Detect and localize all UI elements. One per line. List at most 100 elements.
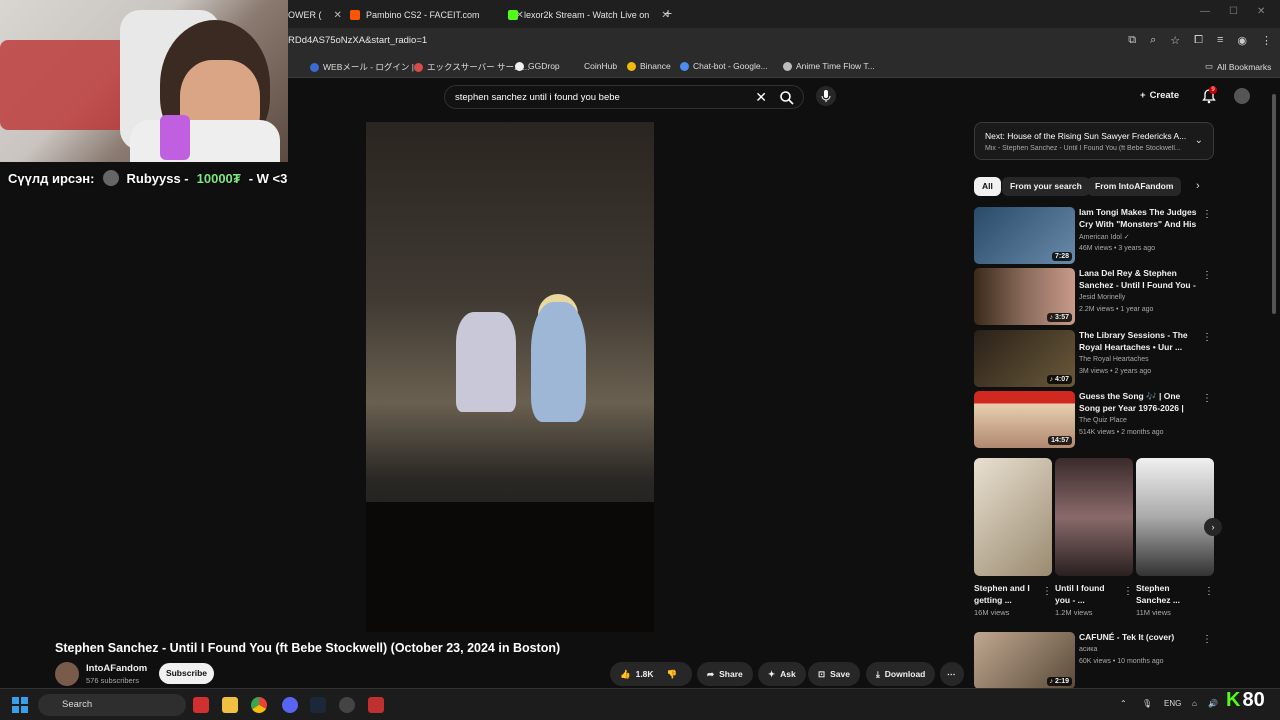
more-icon[interactable]: ⋮ [1202, 270, 1212, 281]
chevron-up-icon[interactable]: ⌃ [1120, 699, 1127, 708]
short-title[interactable]: Stephen Sanchez ... [1136, 582, 1198, 606]
network-icon[interactable]: ⌂ [1192, 699, 1197, 708]
chip-all[interactable]: All [974, 177, 1001, 196]
tab-faceit[interactable]: Pambino CS2 - FACEIT.com ✕ [350, 4, 524, 26]
tab-1[interactable]: OWER ( ✕ [288, 4, 342, 26]
scrollbar[interactable] [1272, 84, 1278, 684]
video-thumbnail[interactable]: ♪ 2:19 [974, 632, 1075, 689]
bookmark-item[interactable]: CoinHub [571, 61, 617, 71]
scrollbar-thumb[interactable] [1272, 94, 1276, 314]
short-item[interactable]: Stephen and I getting ... 16M views ⋮ [974, 458, 1052, 617]
chip-from-channel[interactable]: From IntoAFandom [1087, 177, 1182, 196]
list-item[interactable]: ♪ 3:57 Lana Del Rey & Stephen Sanchez - … [974, 268, 1214, 326]
chrome-icon[interactable] [251, 697, 267, 713]
folder-icon[interactable] [222, 697, 238, 713]
close-window-icon[interactable]: ✕ [1257, 6, 1265, 17]
chevron-down-icon[interactable]: ⌄ [1195, 135, 1203, 146]
channel-name[interactable]: IntoAFandom [86, 663, 147, 674]
short-item[interactable]: Until I found you - ... 1.2M views ⋮ [1055, 458, 1133, 617]
more-icon[interactable]: ⋮ [1202, 332, 1212, 343]
up-next-panel[interactable]: Next: House of the Rising Sun Sawyer Fre… [974, 122, 1214, 160]
list-item[interactable]: 7:28 Iam Tongi Makes The Judges Cry With… [974, 207, 1214, 265]
more-actions-button[interactable]: ⋯ [940, 662, 964, 686]
taskbar-search[interactable]: Search [38, 694, 186, 716]
rec-title[interactable]: CAFUNÉ - Tek It (cover) [1079, 632, 1201, 644]
more-icon[interactable]: ⋮ [1123, 586, 1133, 597]
profile-icon[interactable]: ◉ [1237, 34, 1247, 47]
volume-icon[interactable]: 🔊 [1208, 699, 1218, 708]
bookmark-item[interactable]: エックスサーバー サーバ... [414, 61, 530, 73]
like-count[interactable]: 1.8K [636, 669, 654, 679]
video-thumbnail[interactable]: 14:57 [974, 391, 1075, 448]
channel-avatar[interactable] [55, 662, 79, 686]
wps-icon[interactable] [193, 697, 209, 713]
share-button[interactable]: ➦ Share [697, 662, 753, 686]
short-title[interactable]: Stephen and I getting ... [974, 582, 1036, 606]
short-item[interactable]: Stephen Sanchez ... 11M views ⋮ [1136, 458, 1214, 617]
bookmark-item[interactable]: WEBメール - ログイン |... [310, 61, 421, 73]
steam-icon[interactable] [310, 697, 326, 713]
list-item[interactable]: ♪ 4:07 The Library Sessions - The Royal … [974, 330, 1214, 388]
short-thumbnail[interactable] [974, 458, 1052, 576]
new-tab-button[interactable]: + [664, 5, 672, 21]
bookmark-label: Binance [640, 61, 671, 71]
search-icon[interactable] [779, 90, 795, 106]
maximize-icon[interactable]: ☐ [1229, 6, 1238, 17]
short-thumbnail[interactable] [1136, 458, 1214, 576]
create-button[interactable]: + Create [1140, 90, 1179, 101]
more-icon[interactable]: ⋮ [1202, 634, 1212, 645]
app-icon[interactable] [368, 697, 384, 713]
list-item[interactable]: 14:57 Guess the Song 🎶 | One Song per Ye… [974, 391, 1214, 449]
bookmark-item[interactable]: Chat-bot - Google... [680, 61, 768, 71]
subscribe-button[interactable]: Subscribe [159, 663, 214, 684]
language-indicator[interactable]: ENG [1164, 699, 1181, 708]
app-icon[interactable] [339, 697, 355, 713]
zoom-icon[interactable]: ⌕ [1150, 34, 1156, 47]
mic-icon[interactable]: 🎙 [1142, 699, 1152, 708]
download-button[interactable]: ⤓ Download [866, 662, 936, 686]
extensions-icon[interactable]: ⧠ [1194, 34, 1203, 47]
minimize-icon[interactable]: — [1200, 6, 1210, 17]
more-icon[interactable]: ⋮ [1042, 586, 1052, 597]
ask-button[interactable]: ✦ Ask [758, 662, 806, 686]
avatar[interactable] [1234, 88, 1250, 104]
video-player[interactable] [366, 122, 654, 632]
all-bookmarks[interactable]: ▭ All Bookmarks [1205, 61, 1271, 72]
bookmark-item[interactable]: GGDrop [515, 61, 560, 71]
url-field[interactable]: RDd4AS75oNzXA&start_radio=1 [288, 35, 427, 46]
voice-search-button[interactable] [816, 86, 836, 106]
video-thumbnail[interactable]: ♪ 4:07 [974, 330, 1075, 387]
clear-search-icon[interactable]: ✕ [755, 89, 767, 106]
rec-title[interactable]: The Library Sessions - The Royal Heartac… [1079, 330, 1201, 353]
dislike-icon[interactable]: 👎 [667, 669, 678, 680]
like-icon[interactable]: 👍 [620, 669, 631, 680]
more-icon[interactable]: ⋮ [1204, 586, 1214, 597]
video-thumbnail[interactable]: 7:28 [974, 207, 1075, 264]
rec-title[interactable]: Lana Del Rey & Stephen Sanchez - Until I… [1079, 268, 1201, 292]
bookmark-item[interactable]: Binance [627, 61, 671, 71]
reading-list-icon[interactable]: ≡ [1217, 34, 1223, 47]
star-icon[interactable]: ☆ [1170, 34, 1180, 47]
chevron-right-icon[interactable]: › [1196, 180, 1200, 192]
close-tab-icon[interactable]: ✕ [334, 10, 342, 21]
menu-icon[interactable]: ⋮ [1261, 34, 1272, 47]
bookmark-label: WEBメール - ログイン |... [323, 62, 422, 72]
video-thumbnail[interactable]: ♪ 3:57 [974, 268, 1075, 325]
rec-title[interactable]: Iam Tongi Makes The Judges Cry With "Mon… [1079, 207, 1201, 231]
short-thumbnail[interactable] [1055, 458, 1133, 576]
search-input[interactable]: stephen sanchez until i found you bebe ✕ [444, 85, 804, 109]
list-item[interactable]: ♪ 2:19 CAFUNÉ - Tek It (cover) асика 60K… [974, 632, 1214, 690]
discord-icon[interactable] [282, 697, 298, 713]
more-icon[interactable]: ⋮ [1202, 209, 1212, 220]
donation-amount: 10000₮ [196, 170, 241, 186]
chevron-right-icon[interactable]: › [1204, 518, 1222, 536]
chip-from-search[interactable]: From your search [1002, 177, 1090, 196]
bookmark-item[interactable]: Anime Time Flow T... [783, 61, 875, 71]
windows-start-icon[interactable] [12, 697, 28, 713]
install-icon[interactable]: ⧉ [1128, 34, 1136, 47]
tab-kick[interactable]: lexor2k Stream - Watch Live on ✕ [508, 4, 670, 26]
more-icon[interactable]: ⋮ [1202, 393, 1212, 404]
rec-title[interactable]: Guess the Song 🎶 | One Song per Year 197… [1079, 391, 1201, 415]
save-button[interactable]: ⊡ Save [808, 662, 860, 686]
short-title[interactable]: Until I found you - ... [1055, 582, 1117, 606]
